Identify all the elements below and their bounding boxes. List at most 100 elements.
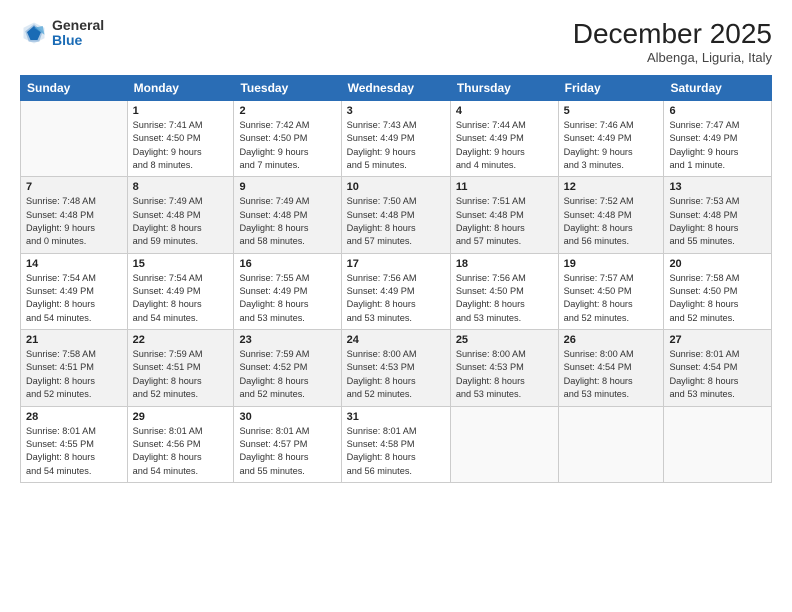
col-friday: Friday [558, 76, 664, 101]
title-block: December 2025 Albenga, Liguria, Italy [573, 18, 772, 65]
col-saturday: Saturday [664, 76, 772, 101]
table-row: 31Sunrise: 8:01 AMSunset: 4:58 PMDayligh… [341, 406, 450, 482]
day-number: 20 [669, 258, 766, 270]
day-number: 17 [347, 258, 445, 270]
day-info: Sunrise: 7:58 AMSunset: 4:50 PMDaylight:… [669, 272, 766, 325]
day-info: Sunrise: 8:01 AMSunset: 4:58 PMDaylight:… [347, 425, 445, 478]
day-info: Sunrise: 7:55 AMSunset: 4:49 PMDaylight:… [239, 272, 335, 325]
day-number: 25 [456, 334, 553, 346]
table-row: 27 Sunrise: 8:01 AMSunset: 4:54 PMDayligh… [664, 330, 772, 406]
day-number: 27 [669, 334, 766, 346]
day-info: Sunrise: 7:53 AMSunset: 4:48 PMDaylight:… [669, 195, 766, 248]
table-row: 3 Sunrise: 7:43 AMSunset: 4:49 PMDaylight… [341, 101, 450, 177]
day-info: Sunrise: 8:01 AMSunset: 4:56 PMDaylight:… [133, 425, 229, 478]
table-row [21, 101, 128, 177]
day-number: 26 [564, 334, 659, 346]
day-number: 8 [133, 181, 229, 193]
day-info: Sunrise: 8:00 AMSunset: 4:53 PMDaylight:… [347, 348, 445, 401]
table-row: 13 Sunrise: 7:53 AMSunset: 4:48 PMDayligh… [664, 177, 772, 253]
day-info: Sunrise: 7:57 AMSunset: 4:50 PMDaylight:… [564, 272, 659, 325]
location: Albenga, Liguria, Italy [573, 50, 772, 65]
day-number: 24 [347, 334, 445, 346]
table-row [450, 406, 558, 482]
day-info: Sunrise: 7:48 AMSunset: 4:48 PMDaylight:… [26, 195, 122, 248]
day-info: Sunrise: 8:01 AMSunset: 4:54 PMDaylight:… [669, 348, 766, 401]
day-number: 22 [133, 334, 229, 346]
table-row: 17 Sunrise: 7:56 AMSunset: 4:49 PMDayligh… [341, 253, 450, 329]
day-info: Sunrise: 7:49 AMSunset: 4:48 PMDaylight:… [133, 195, 229, 248]
col-thursday: Thursday [450, 76, 558, 101]
table-row: 1Sunrise: 7:41 AMSunset: 4:50 PMDaylight… [127, 101, 234, 177]
table-row: 15 Sunrise: 7:54 AMSunset: 4:49 PMDayligh… [127, 253, 234, 329]
logo-icon [20, 19, 48, 47]
day-number: 16 [239, 258, 335, 270]
day-info: Sunrise: 7:56 AMSunset: 4:50 PMDaylight:… [456, 272, 553, 325]
col-wednesday: Wednesday [341, 76, 450, 101]
table-row: 19 Sunrise: 7:57 AMSunset: 4:50 PMDayligh… [558, 253, 664, 329]
table-row: 11 Sunrise: 7:51 AMSunset: 4:48 PMDayligh… [450, 177, 558, 253]
table-row: 26 Sunrise: 8:00 AMSunset: 4:54 PMDayligh… [558, 330, 664, 406]
calendar-week-row: 21Sunrise: 7:58 AMSunset: 4:51 PMDayligh… [21, 330, 772, 406]
day-number: 4 [456, 105, 553, 117]
table-row: 10Sunrise: 7:50 AMSunset: 4:48 PMDayligh… [341, 177, 450, 253]
day-number: 7 [26, 181, 122, 193]
day-number: 6 [669, 105, 766, 117]
day-number: 1 [133, 105, 229, 117]
calendar-table: Sunday Monday Tuesday Wednesday Thursday… [20, 75, 772, 483]
day-number: 21 [26, 334, 122, 346]
day-number: 14 [26, 258, 122, 270]
day-info: Sunrise: 8:00 AMSunset: 4:54 PMDaylight:… [564, 348, 659, 401]
day-info: Sunrise: 7:52 AMSunset: 4:48 PMDaylight:… [564, 195, 659, 248]
month-title: December 2025 [573, 18, 772, 50]
table-row [558, 406, 664, 482]
day-info: Sunrise: 7:43 AMSunset: 4:49 PMDaylight:… [347, 119, 445, 172]
day-number: 29 [133, 411, 229, 423]
table-row: 21Sunrise: 7:58 AMSunset: 4:51 PMDayligh… [21, 330, 128, 406]
day-number: 19 [564, 258, 659, 270]
calendar-week-row: 14 Sunrise: 7:54 AMSunset: 4:49 PMDayligh… [21, 253, 772, 329]
day-number: 3 [347, 105, 445, 117]
day-info: Sunrise: 7:51 AMSunset: 4:48 PMDaylight:… [456, 195, 553, 248]
table-row: 23Sunrise: 7:59 AMSunset: 4:52 PMDayligh… [234, 330, 341, 406]
table-row: 8 Sunrise: 7:49 AMSunset: 4:48 PMDaylight… [127, 177, 234, 253]
header: General Blue December 2025 Albenga, Ligu… [20, 18, 772, 65]
day-number: 5 [564, 105, 659, 117]
calendar-week-row: 1Sunrise: 7:41 AMSunset: 4:50 PMDaylight… [21, 101, 772, 177]
day-info: Sunrise: 8:01 AMSunset: 4:55 PMDaylight:… [26, 425, 122, 478]
col-sunday: Sunday [21, 76, 128, 101]
table-row: 6 Sunrise: 7:47 AMSunset: 4:49 PMDaylight… [664, 101, 772, 177]
day-number: 11 [456, 181, 553, 193]
day-info: Sunrise: 7:54 AMSunset: 4:49 PMDaylight:… [26, 272, 122, 325]
day-number: 15 [133, 258, 229, 270]
table-row: 30Sunrise: 8:01 AMSunset: 4:57 PMDayligh… [234, 406, 341, 482]
day-info: Sunrise: 8:00 AMSunset: 4:53 PMDaylight:… [456, 348, 553, 401]
table-row: 25 Sunrise: 8:00 AMSunset: 4:53 PMDayligh… [450, 330, 558, 406]
table-row: 18 Sunrise: 7:56 AMSunset: 4:50 PMDayligh… [450, 253, 558, 329]
col-tuesday: Tuesday [234, 76, 341, 101]
table-row [664, 406, 772, 482]
day-info: Sunrise: 7:46 AMSunset: 4:49 PMDaylight:… [564, 119, 659, 172]
page: General Blue December 2025 Albenga, Ligu… [0, 0, 792, 612]
day-info: Sunrise: 7:47 AMSunset: 4:49 PMDaylight:… [669, 119, 766, 172]
table-row: 28Sunrise: 8:01 AMSunset: 4:55 PMDayligh… [21, 406, 128, 482]
day-number: 23 [239, 334, 335, 346]
table-row: 24 Sunrise: 8:00 AMSunset: 4:53 PMDayligh… [341, 330, 450, 406]
logo: General Blue [20, 18, 104, 49]
table-row: 4 Sunrise: 7:44 AMSunset: 4:49 PMDaylight… [450, 101, 558, 177]
table-row: 16 Sunrise: 7:55 AMSunset: 4:49 PMDayligh… [234, 253, 341, 329]
day-info: Sunrise: 7:42 AMSunset: 4:50 PMDaylight:… [239, 119, 335, 172]
table-row: 29 Sunrise: 8:01 AMSunset: 4:56 PMDayligh… [127, 406, 234, 482]
calendar-header-row: Sunday Monday Tuesday Wednesday Thursday… [21, 76, 772, 101]
day-number: 18 [456, 258, 553, 270]
table-row: 7 Sunrise: 7:48 AMSunset: 4:48 PMDaylight… [21, 177, 128, 253]
table-row: 20 Sunrise: 7:58 AMSunset: 4:50 PMDayligh… [664, 253, 772, 329]
day-info: Sunrise: 7:54 AMSunset: 4:49 PMDaylight:… [133, 272, 229, 325]
day-info: Sunrise: 7:56 AMSunset: 4:49 PMDaylight:… [347, 272, 445, 325]
day-number: 10 [347, 181, 445, 193]
day-info: Sunrise: 7:44 AMSunset: 4:49 PMDaylight:… [456, 119, 553, 172]
table-row: 22Sunrise: 7:59 AMSunset: 4:51 PMDayligh… [127, 330, 234, 406]
day-number: 2 [239, 105, 335, 117]
day-number: 13 [669, 181, 766, 193]
logo-text: General Blue [52, 18, 104, 49]
table-row: 9Sunrise: 7:49 AMSunset: 4:48 PMDaylight… [234, 177, 341, 253]
